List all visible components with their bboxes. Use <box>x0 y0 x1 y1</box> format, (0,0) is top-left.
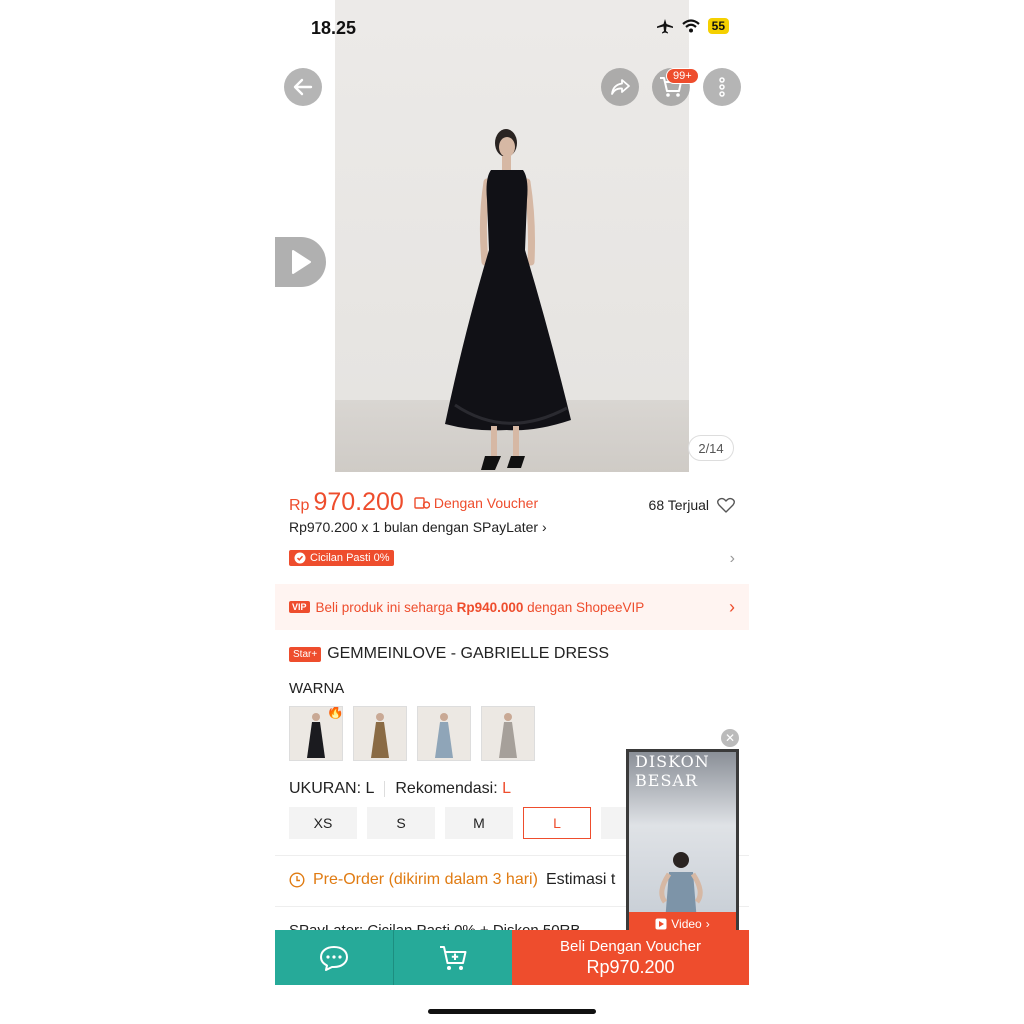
buy-label: Beli Dengan Voucher <box>560 937 701 955</box>
more-button[interactable] <box>703 68 741 106</box>
video-play-icon <box>655 918 667 930</box>
model-in-black-dress <box>445 129 571 470</box>
vip-text-suffix: dengan ShopeeVIP <box>523 599 645 615</box>
image-counter: 2/14 <box>688 435 734 461</box>
floating-video-player[interactable]: DISKON BESAR Video › <box>626 749 739 939</box>
play-video-button[interactable] <box>275 237 326 287</box>
swatch-figure <box>371 713 389 758</box>
cicilan-text: Cicilan Pasti 0% <box>310 552 390 564</box>
product-image[interactable] <box>335 0 689 472</box>
chat-icon <box>320 945 348 971</box>
recommend-value: L <box>502 780 511 797</box>
size-option-l[interactable]: L <box>523 807 591 839</box>
cicilan-badge: Cicilan Pasti 0% <box>289 550 395 566</box>
product-title-row: Star+ GEMMEINLOVE - GABRIELLE DRESS <box>289 645 609 663</box>
shopee-vip-banner[interactable]: VIP Beli produk ini seharga Rp940.000 de… <box>275 584 749 630</box>
back-button[interactable] <box>284 68 322 106</box>
product-page: 18.25 55 99+ 2/14 Rp 970.200 Dengan Vouc… <box>275 0 749 1024</box>
airplane-icon <box>656 19 673 34</box>
price-row: Rp 970.200 Dengan Voucher <box>289 488 538 517</box>
home-indicator <box>428 1009 596 1014</box>
share-icon <box>611 79 630 95</box>
video-button-label: Video <box>671 917 702 931</box>
more-vertical-icon <box>719 77 725 97</box>
swatch-figure <box>435 713 453 758</box>
size-header: UKURAN: L Rekomendasi: L <box>289 780 511 798</box>
cicilan-chevron-icon[interactable]: › <box>730 550 735 568</box>
add-to-cart-icon <box>440 945 467 970</box>
star-plus-tag: Star+ <box>289 646 322 662</box>
color-swatch-3[interactable] <box>417 706 471 761</box>
vip-chevron-icon: › <box>729 596 735 617</box>
color-swatch-2[interactable] <box>353 706 407 761</box>
sold-text: 68 Terjual <box>648 497 709 513</box>
divider <box>384 781 386 797</box>
color-swatch-1[interactable]: 🔥 <box>289 706 343 761</box>
vip-tag: VIP <box>289 601 310 613</box>
chevron-right-icon: › <box>705 917 710 931</box>
battery-level: 55 <box>707 18 729 34</box>
price-amount: 970.200 <box>313 488 404 516</box>
status-icons: 55 <box>656 18 729 34</box>
product-title: GEMMEINLOVE - GABRIELLE DRESS <box>327 645 610 662</box>
preorder-text: Pre-Order (dikirim dalam 3 hari) <box>313 871 538 888</box>
voucher-text: Dengan Voucher <box>433 495 539 511</box>
status-time: 18.25 <box>311 18 357 38</box>
size-option-xs[interactable]: XS <box>289 807 357 839</box>
swatch-figure <box>499 713 517 758</box>
recommend-label: Rekomendasi: <box>395 780 498 797</box>
cart-count-badge: 99+ <box>666 68 699 84</box>
fire-icon: 🔥 <box>326 706 343 719</box>
wifi-icon <box>681 19 700 33</box>
arrow-left-icon <box>293 78 313 96</box>
play-icon <box>291 250 311 274</box>
size-options: XS S M L <box>289 807 669 839</box>
size-label: UKURAN: L <box>289 780 375 797</box>
size-recommendation: Rekomendasi: L <box>395 780 511 798</box>
vip-text-prefix: Beli produk ini seharga <box>315 599 457 615</box>
buy-price: Rp970.200 <box>586 956 675 977</box>
vip-price: Rp940.000 <box>456 599 524 615</box>
color-swatch-4[interactable] <box>481 706 535 761</box>
color-label: WARNA <box>289 680 345 697</box>
size-option-m[interactable]: M <box>445 807 513 839</box>
video-overlay-text: DISKON BESAR <box>635 752 710 790</box>
sold-count: 68 Terjual <box>649 497 735 513</box>
voucher-icon <box>414 497 430 509</box>
color-swatches: 🔥 <box>289 706 535 761</box>
price-currency: Rp <box>289 497 310 514</box>
vip-text: Beli produk ini seharga Rp940.000 dengan… <box>316 600 645 615</box>
share-button[interactable] <box>601 68 639 106</box>
chevron-right-icon: › <box>541 519 547 535</box>
check-circle-icon <box>294 552 306 564</box>
close-video-icon[interactable]: ✕ <box>721 729 739 747</box>
preorder-row[interactable]: Pre-Order (dikirim dalam 3 hari) Estimas… <box>289 871 615 889</box>
buy-with-voucher-button[interactable]: Beli Dengan Voucher Rp970.200 <box>512 930 749 985</box>
voucher-label[interactable]: Dengan Voucher <box>414 495 538 511</box>
bottom-action-bar: Beli Dengan Voucher Rp970.200 <box>275 930 749 985</box>
estimate-text: Estimasi t <box>545 871 616 888</box>
chat-button[interactable] <box>275 930 393 985</box>
clock-icon <box>289 872 305 888</box>
heart-icon[interactable] <box>717 497 735 513</box>
add-to-cart-button[interactable] <box>394 930 512 985</box>
paylater-info[interactable]: Rp970.200 x 1 bulan dengan SPayLater › <box>289 519 547 535</box>
paylater-text: Rp970.200 x 1 bulan dengan SPayLater <box>289 519 539 535</box>
size-option-s[interactable]: S <box>367 807 435 839</box>
